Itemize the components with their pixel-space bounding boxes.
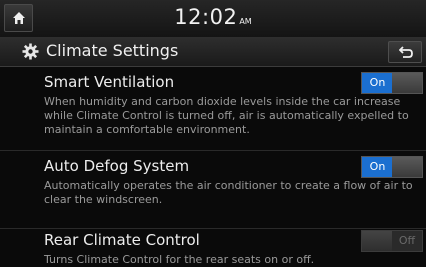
toggle-knob: [362, 231, 392, 251]
toggle-on-label: On: [362, 157, 393, 177]
clock-time: 12:02: [174, 5, 238, 29]
clock: 12:02 AM: [0, 5, 426, 29]
toggle-on-label: On: [362, 73, 393, 93]
page-title: Climate Settings: [46, 41, 179, 60]
setting-title: Rear Climate Control: [44, 231, 200, 249]
setting-title: Smart Ventilation: [44, 73, 175, 91]
back-button[interactable]: [388, 41, 422, 63]
setting-description: When humidity and carbon dioxide levels …: [44, 95, 409, 136]
setting-auto-defog: Auto Defog System On Automatically opera…: [0, 151, 426, 229]
auto-defog-toggle[interactable]: On: [361, 156, 423, 178]
setting-rear-climate: Rear Climate Control Off Turns Climate C…: [0, 225, 426, 266]
toggle-off-label: Off: [398, 234, 416, 247]
gear-icon: [22, 43, 39, 60]
setting-title: Auto Defog System: [44, 157, 190, 175]
title-bar: Climate Settings: [0, 37, 426, 67]
toggle-knob: [392, 73, 422, 93]
setting-smart-ventilation: Smart Ventilation On When humidity and c…: [0, 67, 426, 151]
setting-description: Turns Climate Control for the rear seats…: [44, 253, 315, 266]
status-bar: 12:02 AM: [0, 0, 426, 38]
toggle-knob: [392, 157, 422, 177]
setting-description: Automatically operates the air condition…: [44, 179, 413, 206]
clock-ampm: AM: [239, 17, 252, 26]
back-arrow-icon: [399, 46, 413, 58]
smart-ventilation-toggle[interactable]: On: [361, 72, 423, 94]
rear-climate-toggle[interactable]: Off: [361, 230, 423, 252]
